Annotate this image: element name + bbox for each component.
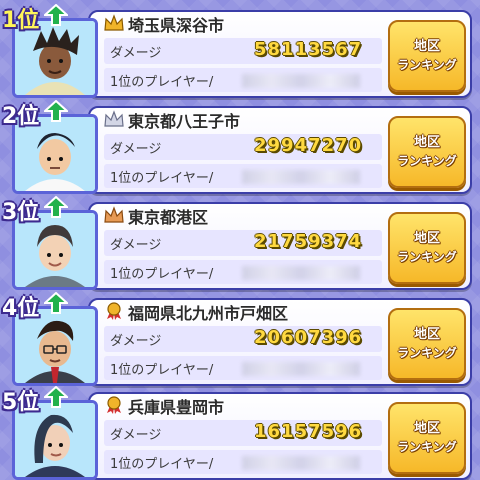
damage-label: ダメージ (110, 334, 162, 349)
damage-label: ダメージ (110, 142, 162, 157)
button-label-line2: ランキング (397, 250, 457, 264)
regional-ranking-button[interactable]: 地区 ランキング (388, 212, 466, 284)
rank-label: 1位 (2, 8, 40, 33)
regional-ranking-button[interactable]: 地区 ランキング (388, 116, 466, 188)
rank-label: 3位 (2, 200, 40, 225)
blurred-player-name (242, 266, 360, 280)
damage-label: ダメージ (110, 238, 162, 253)
region-name: 兵庫県豊岡市 (128, 398, 225, 417)
rank-up-arrow-icon (44, 196, 68, 218)
damage-label: ダメージ (110, 428, 162, 443)
bronze-crown-icon (104, 206, 124, 223)
damage-value: 58113567 (254, 39, 363, 60)
button-label-line1: 地区 (413, 39, 440, 54)
rank-indicator: 5位 (2, 384, 92, 415)
button-label-line1: 地区 (413, 231, 440, 246)
ranking-row: 1位 埼玉県深谷市 ダメージ 58113567 1位のプレイヤー/ 地区 ランキ… (0, 2, 480, 98)
damage-value: 20607396 (254, 327, 363, 348)
rank-label: 5位 (2, 390, 40, 415)
regional-ranking-button[interactable]: 地区 ランキング (388, 20, 466, 92)
button-label-line1: 地区 (413, 327, 440, 342)
button-label-line1: 地区 (413, 421, 440, 436)
top-player-label: 1位のプレイヤー/ (110, 267, 214, 282)
region-name: 埼玉県深谷市 (128, 16, 225, 35)
region-name: 東京都港区 (128, 208, 209, 227)
regional-ranking-button[interactable]: 地区 ランキング (388, 308, 466, 380)
button-label-line1: 地区 (413, 135, 440, 150)
rank-up-arrow-icon (44, 386, 68, 408)
rank-up-arrow-icon (44, 4, 68, 26)
blurred-player-name (242, 362, 360, 376)
damage-value: 21759374 (254, 231, 363, 252)
ribbon-medal-icon (107, 396, 121, 414)
top-player-label: 1位のプレイヤー/ (110, 363, 214, 378)
damage-label: ダメージ (110, 46, 162, 61)
damage-value: 29947270 (254, 135, 363, 156)
button-label-line2: ランキング (397, 154, 457, 168)
blurred-player-name (242, 456, 360, 470)
damage-value: 16157596 (254, 421, 363, 442)
button-label-line2: ランキング (397, 346, 457, 360)
regional-ranking-button[interactable]: 地区 ランキング (388, 402, 466, 474)
ranking-row: 4位 福岡県北九州市戸畑区 ダメージ 20607396 1位のプレイヤー/ 地区… (0, 290, 480, 386)
gold-crown-icon (104, 14, 124, 31)
blurred-player-name (242, 170, 360, 184)
rank-indicator: 2位 (2, 98, 92, 129)
ranking-row: 5位 兵庫県豊岡市 ダメージ 16157596 1位のプレイヤー/ 地区 ランキ… (0, 384, 480, 480)
button-label-line2: ランキング (397, 440, 457, 454)
button-label-line2: ランキング (397, 58, 457, 72)
rank-up-arrow-icon (44, 100, 68, 122)
region-name: 福岡県北九州市戸畑区 (128, 304, 289, 323)
top-player-label: 1位のプレイヤー/ (110, 171, 214, 186)
ranking-row: 2位 東京都八王子市 ダメージ 29947270 1位のプレイヤー/ 地区 ラン… (0, 98, 480, 194)
rank-indicator: 3位 (2, 194, 92, 225)
rank-indicator: 1位 (2, 2, 92, 33)
top-player-label: 1位のプレイヤー/ (110, 457, 214, 472)
blurred-player-name (242, 74, 360, 88)
region-name: 東京都八王子市 (128, 112, 241, 131)
rank-label: 4位 (2, 296, 40, 321)
ranking-list: 1位 埼玉県深谷市 ダメージ 58113567 1位のプレイヤー/ 地区 ランキ… (0, 0, 480, 480)
rank-label: 2位 (2, 104, 40, 129)
rank-indicator: 4位 (2, 290, 92, 321)
rank-up-arrow-icon (44, 292, 68, 314)
silver-crown-icon (104, 110, 124, 127)
ribbon-medal-icon (107, 302, 121, 320)
top-player-label: 1位のプレイヤー/ (110, 75, 214, 90)
ranking-row: 3位 東京都港区 ダメージ 21759374 1位のプレイヤー/ 地区 ランキン… (0, 194, 480, 290)
